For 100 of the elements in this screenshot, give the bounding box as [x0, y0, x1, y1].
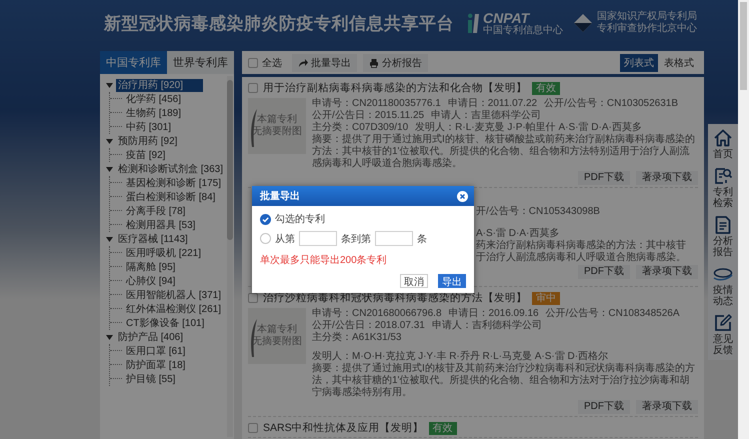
- close-icon[interactable]: [457, 190, 468, 202]
- thumbnail-text: 本篇专利: [257, 114, 297, 126]
- home-icon: [713, 128, 733, 148]
- patent-title[interactable]: 用于治疗副粘病毒科病毒感染的方法和化合物【发明】: [263, 81, 527, 95]
- logo-icon: [468, 13, 479, 33]
- checkbox[interactable]: [248, 423, 258, 433]
- thumbnail-text: 本篇专利: [257, 324, 297, 336]
- patent-field: 申请人：吉里德科学公司: [431, 110, 542, 122]
- checkbox[interactable]: [248, 293, 258, 303]
- scrollbar[interactable]: [738, 0, 749, 439]
- patent-field: 公开/公告号：CN103052631B: [544, 98, 678, 110]
- caret-icon[interactable]: [106, 334, 113, 340]
- cancel-button[interactable]: 取消: [400, 274, 428, 288]
- tree-item[interactable]: 医用呼吸机 [221]: [124, 246, 204, 260]
- tree-item[interactable]: CT影像设备 [101]: [124, 316, 206, 330]
- patent-field: 申请号：CN201180035776.1: [312, 98, 441, 110]
- tree-item[interactable]: 基因检测和诊断 [175]: [124, 176, 224, 190]
- radio-button[interactable]: [260, 233, 271, 244]
- tree-item[interactable]: 中药 [301]: [124, 120, 174, 134]
- status-badge: 有效: [428, 422, 457, 434]
- download-button[interactable]: 著录项下载: [636, 171, 698, 185]
- status-badge: 有效: [532, 82, 560, 94]
- database-tab[interactable]: 中国专利库: [100, 51, 167, 74]
- export-button[interactable]: 导出: [438, 274, 466, 288]
- warning-text: 单次最多只能导出200条专利: [260, 254, 388, 267]
- view-toggle[interactable]: 列表式: [620, 54, 658, 72]
- input-field[interactable]: [375, 231, 413, 246]
- tree-item[interactable]: 心肺仪 [94]: [124, 274, 178, 288]
- checkbox[interactable]: [248, 58, 258, 68]
- tree-item[interactable]: 检测和诊断试剂盒 [363]: [116, 162, 226, 176]
- download-button[interactable]: PDF下载: [578, 171, 630, 185]
- tree-item[interactable]: 防护面罩 [18]: [124, 358, 188, 372]
- toolbar-button[interactable]: 分析报告: [363, 54, 428, 72]
- option-label[interactable]: 条: [417, 232, 427, 246]
- tree-item[interactable]: 检测用器具 [53]: [124, 218, 198, 232]
- tree-item[interactable]: 预防用药 [92]: [116, 134, 180, 148]
- tree-item[interactable]: 生物药 [189]: [124, 106, 184, 120]
- checkbox[interactable]: [248, 83, 258, 93]
- scrollbar[interactable]: [227, 76, 233, 437]
- database-tab[interactable]: 世界专利库: [167, 51, 234, 74]
- patent-field: 发明人：R·L·麦克曼 J·P·帕里什 A·S·雷 D·A·西莫多: [415, 122, 642, 134]
- tree-item[interactable]: 蛋白检测和诊断 [84]: [124, 190, 218, 204]
- patent-field: 主分类：C07D309/10: [312, 122, 408, 134]
- tree-item[interactable]: 防护产品 [406]: [116, 330, 186, 344]
- patent-field: 申请日：2011.07.22: [448, 98, 538, 110]
- option-label[interactable]: 条到第: [341, 232, 371, 246]
- download-button[interactable]: PDF下载: [578, 400, 630, 414]
- tree-item[interactable]: 医疗器械 [1143]: [116, 232, 190, 246]
- abstract-text: 摘要：提供了通过施用式I的核苷及其前药来治疗沙粒病毒科和冠状病毒科病毒感染的方法，其中核苷糖的1'位被取代。所提供的化合物、组合物和方法对于治疗拉沙病毒和胡宁病毒感染特别有用。: [312, 363, 696, 399]
- nav-link[interactable]: 首页: [713, 128, 733, 160]
- nav-link[interactable]: 分析报告: [713, 215, 733, 258]
- caret-icon[interactable]: [106, 138, 113, 144]
- tree-item[interactable]: 医用智能机器人 [371]: [124, 288, 224, 302]
- caret-icon[interactable]: [106, 166, 113, 172]
- patent-title[interactable]: SARS中和性抗体及应用【发明】: [263, 421, 424, 435]
- patent-field: 申请人：吉利德科学公司: [432, 320, 542, 332]
- patent-field: 申请号：CN201680066796.8: [312, 308, 442, 320]
- logo-caption: 专利审查协作北京中心: [597, 23, 697, 35]
- nav-link[interactable]: 意见反馈: [713, 313, 733, 356]
- abstract-text: 摘要：提供了用于通过施用式I的核苷、核苷磷酸盐或前药来治疗副粘病毒科病毒感染的方法：其中核苷的1'位被取代。所提供的化合物、组合物和方法特别适用于治疗人副流感病毒和人呼吸道合胞病毒感染。: [312, 134, 696, 170]
- option-label[interactable]: 勾选的专利: [275, 212, 325, 226]
- caret-icon[interactable]: [106, 82, 113, 88]
- patent-field: 主分类：A61K31/53: [312, 332, 402, 344]
- logo-caption: 中国专利信息中心: [483, 24, 563, 36]
- nav-link[interactable]: 疫情动态: [713, 264, 733, 307]
- caret-icon[interactable]: [106, 236, 113, 242]
- record-text: A·S·雷 D·A·西莫多: [476, 228, 560, 240]
- download-button[interactable]: 著录项下载: [636, 400, 698, 414]
- document-icon: [713, 215, 733, 235]
- select-all-label[interactable]: 全选: [262, 56, 282, 70]
- nav-link[interactable]: 专利检索: [713, 166, 733, 209]
- option-label[interactable]: 从第: [275, 232, 295, 246]
- input-field[interactable]: [299, 231, 337, 246]
- status-badge: 审中: [532, 292, 560, 304]
- logo-icon: [573, 13, 593, 33]
- search-icon: [713, 166, 733, 186]
- tree-item[interactable]: 医用口罩 [61]: [124, 344, 188, 358]
- tree-item[interactable]: 化学药 [456]: [124, 92, 184, 106]
- record-text: 于治疗人副流感病毒和人呼吸道合胞病毒感染。: [476, 252, 686, 264]
- patent-field: 公开/公告日：2018.07.31: [312, 320, 425, 332]
- patent-field: 发明人：M·O·H·克拉克 J·Y·丰 R·乔丹 R·L·马克曼 A·S·雷 D·西格尔: [312, 351, 608, 363]
- tree-item[interactable]: 隔离舱 [95]: [124, 260, 178, 274]
- edit-icon: [713, 313, 733, 333]
- radio-button[interactable]: [260, 214, 271, 224]
- printer-icon: [369, 58, 379, 68]
- logo-caption: 国家知识产权局专利局: [597, 11, 697, 22]
- download-button[interactable]: PDF下载: [578, 265, 630, 279]
- tree-item[interactable]: 护目镜 [55]: [124, 372, 178, 386]
- tree-item[interactable]: 红外体温检测仪 [261]: [124, 302, 224, 316]
- download-button[interactable]: 著录项下载: [636, 265, 698, 279]
- patent-field: 公开/公告号：CN108348526A: [546, 308, 680, 320]
- dialog-title: 批量导出: [260, 190, 300, 203]
- site-title: 新型冠状病毒感染肺炎防疫专利信息共享平台: [104, 12, 454, 34]
- share-arrow-icon: [298, 58, 308, 68]
- tree-item[interactable]: 治疗用药 [920]: [116, 78, 204, 92]
- patent-title[interactable]: 治疗沙粒病毒科和冠状病毒科病毒感染的方法【发明】: [263, 291, 527, 305]
- tree-item[interactable]: 分离手段 [78]: [124, 204, 188, 218]
- view-toggle[interactable]: 表格式: [660, 54, 698, 72]
- toolbar-button[interactable]: 批量导出: [292, 54, 357, 72]
- tree-item[interactable]: 疫苗 [92]: [124, 148, 168, 162]
